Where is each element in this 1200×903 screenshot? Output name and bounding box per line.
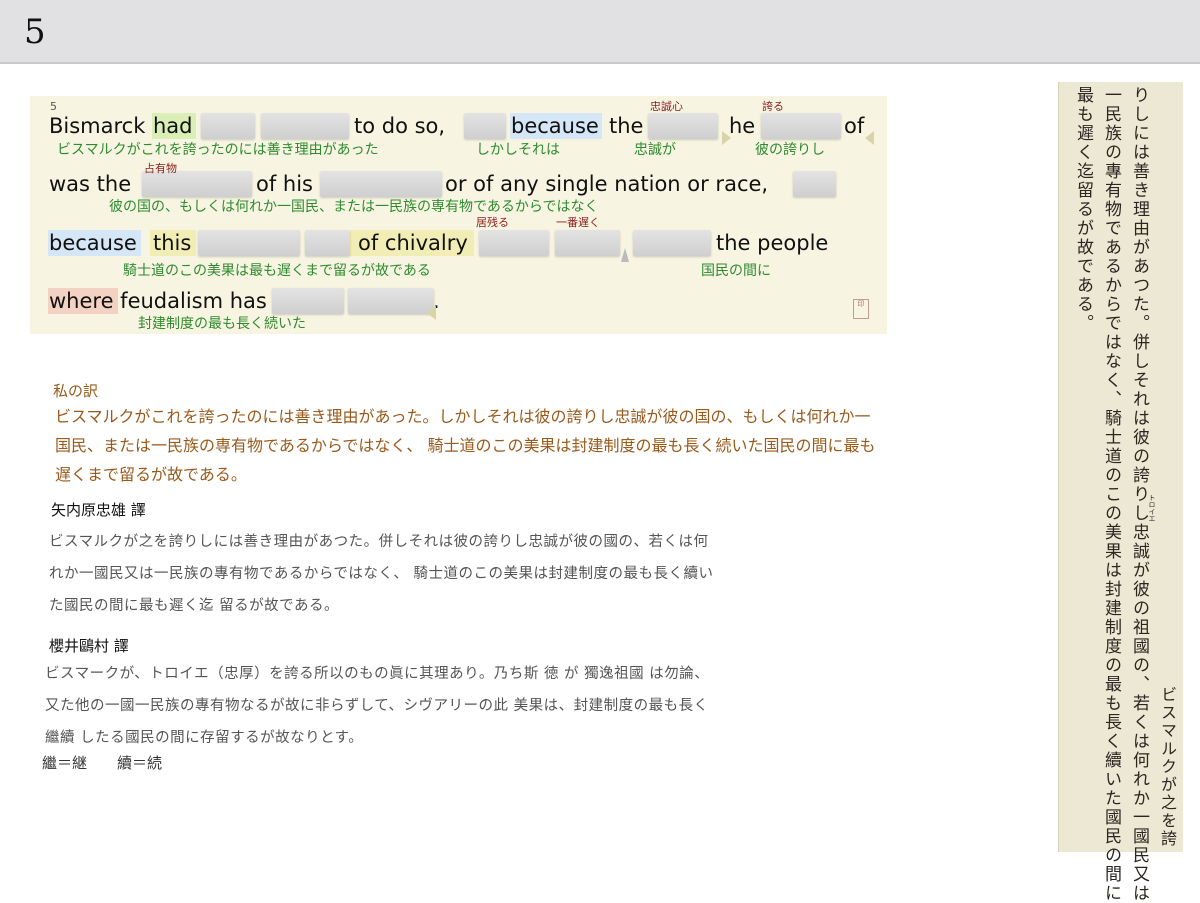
page-number: 5 [24,12,46,52]
word-this: this [153,231,192,255]
blank-2-2[interactable] [320,171,442,197]
word-where-feudalism: where feudalism has [49,289,267,313]
blank-1-2[interactable] [261,113,349,139]
blank-2-3[interactable] [793,171,836,197]
scan-column-1: ビスマルクが之を誇 [1158,686,1177,848]
word-of: of [844,114,865,138]
scan-ruby: トロイエ [1148,494,1156,522]
blank-3-3[interactable] [479,230,549,256]
my-translation-heading: 私の訳 [53,382,99,400]
blank-1-1[interactable] [201,113,255,139]
insert-marker [621,248,629,262]
ruby-hokoru: 誇る [762,100,784,113]
word-because-2: because [49,231,137,255]
blank-3-2[interactable] [305,230,350,256]
blank-1-3[interactable] [464,113,506,139]
sakurai-heading: 櫻井鷗村 譯 [49,637,129,655]
word-bismarck: Bismarck [49,114,146,138]
ruby-inokoru: 居残る [476,216,509,229]
seal-stamp: 印 [853,299,869,319]
ruby-ichiban-osoku: 一番遅く [556,216,600,229]
gloss-5: 彼の国の、もしくは何れか一国民、または一民族の専有物であるからではなく [109,199,599,215]
sakurai-line-1: ビスマークが、トロイエ（忠厚）を誇る所以のもの眞に其理あり。乃ち斯 徳 が 獨逸… [45,666,710,682]
gloss-3: 忠誠が [634,142,676,158]
word-the-people: the people [716,231,829,255]
yanaihara-line-3: た國民の間に最も遲く迄 留るが故である。 [49,598,339,614]
word-or-of-any: or of any single nation or race, [445,172,769,196]
arrow-marker [427,306,436,320]
arrow-marker [865,131,874,145]
scanned-original-text: ビスマルクが之を誇 りしには善き理由があつた。併しそれは彼の誇りし忠誠が彼の祖國… [1058,82,1183,903]
blank-4-2[interactable] [348,288,434,314]
yanaihara-line-2: れか一國民又は一民族の專有物であるからではなく、 騎士道のこの美果は封建制度の最… [49,566,714,582]
word-of-chivalry: of chivalry [358,231,468,255]
blank-4-1[interactable] [272,288,344,314]
my-translation-text: ビスマルクがこれを誇ったのには善き理由があった。しかしそれは彼の誇りし忠誠が彼の… [55,407,876,484]
word-had: had [153,114,193,138]
word-because: because [511,114,599,138]
word-of-his: of his [256,172,314,196]
title-bar: 5 [0,0,1200,64]
blank-3-4[interactable] [555,230,620,256]
blank-3-5[interactable] [633,230,711,256]
line-number: 5 [50,100,57,113]
yanaihara-line-1: ビスマルクが之を誇りしには善き理由があつた。併しそれは彼の誇りし忠誠が彼の國の、… [49,534,709,550]
gloss-1: ビスマルクがこれを誇ったのには善き理由があった [57,142,379,158]
ruby-senyubutsu: 占有物 [144,162,177,175]
word-to-do-so: to do so, [354,114,446,138]
gloss-8: 封建制度の最も長く続いた [138,316,306,332]
scan-column-4: 最も遲く迄留るが故である。 [1073,86,1093,333]
sakurai-line-2: 又た他の一國一民族の專有物なるが故に非らずして、シヴアリーの此 美果は、封建制度… [45,698,709,714]
word-the: the [609,114,644,138]
gloss-7: 国民の間に [701,263,771,279]
blank-1-4[interactable] [648,113,718,139]
blank-3-1[interactable] [198,230,300,256]
blank-1-5[interactable] [761,113,841,139]
gloss-4: 彼の誇りし [755,142,825,158]
scan-column-3: 一民族の專有物であるからではなく、騎士道のこの美果は封建制度の最も長く續いた國民… [1101,86,1121,903]
gloss-6: 騎士道のこの美果は最も遅くまで留るが故である [123,263,431,279]
arrow-marker [722,131,731,145]
kanji-note: 繼＝継 續＝続 [42,754,163,772]
word-was-the: was the [49,172,132,196]
word-he: he [729,114,756,138]
sakurai-line-3: 繼續 したる國民の間に存留するが故なりとす。 [45,730,364,746]
yanaihara-heading: 矢内原忠雄 譯 [51,501,146,519]
ruby-chuseishin: 忠誠心 [650,100,683,113]
gloss-2: しかしそれは [476,142,560,158]
exercise-panel: 5 Bismarck had to do so, because the he … [30,96,887,334]
